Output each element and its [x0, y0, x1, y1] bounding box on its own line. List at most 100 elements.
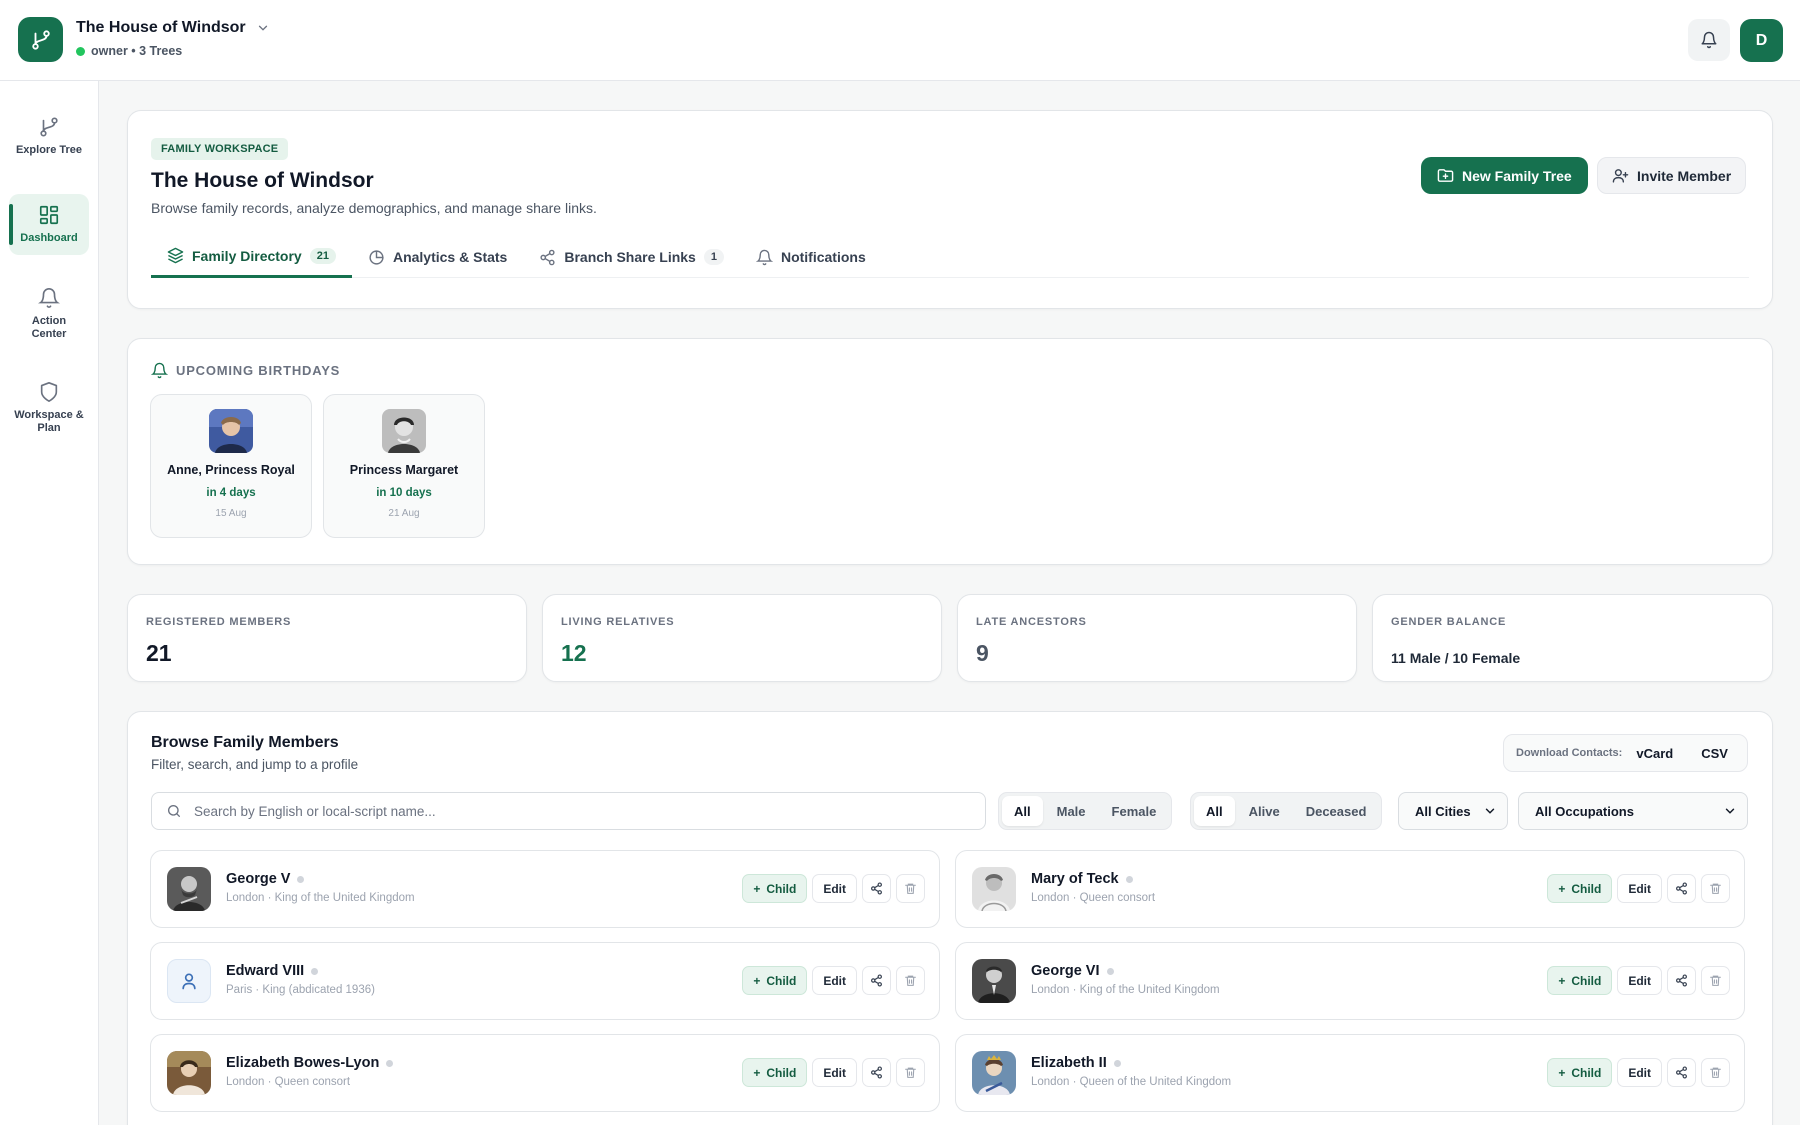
share-icon [539, 249, 556, 266]
search-input[interactable]: Search by English or local-script name..… [151, 792, 986, 830]
member-photo [972, 867, 1016, 911]
member-meta: Paris · King (abdicated 1936) [226, 984, 375, 996]
birthday-name: Princess Margaret [349, 463, 459, 477]
workspace-role-text: owner • 3 Trees [91, 44, 183, 58]
edit-button[interactable]: Edit [1617, 966, 1662, 995]
sidebar-item-explore-tree[interactable]: Explore Tree [9, 106, 89, 167]
member-meta: London · Queen consort [1031, 892, 1156, 904]
edit-button[interactable]: Edit [812, 966, 857, 995]
member-actions: + Child Edit [742, 1058, 925, 1087]
notifications-button[interactable] [1688, 19, 1730, 61]
stat-label: GENDER BALANCE [1391, 616, 1507, 628]
plus-icon: + [753, 881, 761, 896]
add-child-button[interactable]: + Child [1547, 1058, 1613, 1087]
bell-icon [38, 287, 60, 309]
trash-icon [1709, 882, 1722, 895]
share-button[interactable] [1667, 1058, 1696, 1087]
download-csv-button[interactable]: CSV [1701, 746, 1728, 761]
member-photo [167, 1051, 211, 1095]
add-child-button[interactable]: + Child [742, 966, 808, 995]
status-dot [1113, 1059, 1121, 1067]
member-meta: London · Queen consort [226, 1076, 351, 1088]
gender-filter-all[interactable]: All [1002, 796, 1043, 826]
browse-subtitle: Filter, search, and jump to a profile [151, 757, 359, 772]
stat-card-late: LATE ANCESTORS 9 [957, 594, 1357, 682]
chevron-down-icon [256, 21, 270, 35]
invite-member-button[interactable]: Invite Member [1597, 157, 1747, 194]
birthdays-heading: UPCOMING BIRTHDAYS [151, 362, 340, 379]
delete-button[interactable] [1701, 874, 1730, 903]
download-label: Download Contacts: [1516, 747, 1623, 759]
member-card[interactable]: George V London · King of the United Kin… [150, 850, 940, 928]
member-card[interactable]: Mary of Teck London · Queen consort + Chi… [955, 850, 1745, 928]
tab-notifications[interactable]: Notifications [740, 236, 882, 278]
tab-branch-share-links[interactable]: Branch Share Links 1 [523, 236, 740, 278]
delete-button[interactable] [896, 874, 925, 903]
member-meta: London · Queen of the United Kingdom [1031, 1076, 1232, 1088]
edit-button[interactable]: Edit [1617, 1058, 1662, 1087]
status-filter-alive[interactable]: Alive [1237, 796, 1292, 826]
dashboard-grid-icon [38, 204, 60, 226]
delete-button[interactable] [1701, 1058, 1730, 1087]
member-photo [209, 409, 253, 453]
sidebar-item-label: Workspace & Plan [14, 409, 84, 435]
tab-analytics-stats[interactable]: Analytics & Stats [352, 236, 523, 278]
status-filter-deceased[interactable]: Deceased [1294, 796, 1379, 826]
layers-icon [167, 247, 184, 264]
bell-icon [1700, 31, 1718, 49]
status-dot [297, 875, 305, 883]
edit-button[interactable]: Edit [812, 1058, 857, 1087]
add-child-button[interactable]: + Child [1547, 966, 1613, 995]
page-title: The House of Windsor [151, 169, 374, 192]
add-child-label: Child [766, 1065, 797, 1080]
sidebar-item-dashboard[interactable]: Dashboard [9, 194, 89, 256]
edit-button[interactable]: Edit [812, 874, 857, 903]
gender-filter-male[interactable]: Male [1045, 796, 1098, 826]
download-vcard-button[interactable]: vCard [1636, 746, 1673, 761]
member-actions: + Child Edit [1547, 1058, 1730, 1087]
city-select[interactable]: All Cities [1398, 792, 1508, 830]
member-card[interactable]: Elizabeth II London · Queen of the Unite… [955, 1034, 1745, 1112]
member-card[interactable]: Elizabeth Bowes-Lyon London · Queen cons… [150, 1034, 940, 1112]
member-name: Elizabeth II [1031, 1055, 1107, 1071]
stat-value: 9 [976, 640, 989, 666]
member-card[interactable]: Edward VIII Paris · King (abdicated 1936… [150, 942, 940, 1020]
new-family-tree-button[interactable]: New Family Tree [1421, 157, 1588, 194]
tab-label: Notifications [780, 249, 866, 265]
share-icon [1675, 882, 1688, 895]
online-status-dot [76, 46, 85, 56]
member-card[interactable]: George VI London · King of the United Ki… [955, 942, 1745, 1020]
share-button[interactable] [862, 1058, 891, 1087]
download-contacts: Download Contacts: vCard CSV [1503, 734, 1748, 772]
share-button[interactable] [1667, 966, 1696, 995]
user-avatar-button[interactable]: D [1740, 19, 1783, 62]
gender-filter-female[interactable]: Female [1100, 796, 1169, 826]
tab-label: Family Directory [192, 247, 302, 264]
add-child-button[interactable]: + Child [1547, 874, 1613, 903]
share-button[interactable] [1667, 874, 1696, 903]
add-child-button[interactable]: + Child [742, 1058, 808, 1087]
share-icon [870, 882, 883, 895]
birthday-countdown: in 4 days [206, 487, 256, 499]
birthday-card[interactable]: Anne, Princess Royal in 4 days 15 Aug [150, 394, 312, 538]
app-logo-branch-icon[interactable] [18, 17, 63, 62]
add-child-button[interactable]: + Child [742, 874, 808, 903]
tab-family-directory[interactable]: Family Directory 21 [151, 236, 352, 278]
share-icon [870, 974, 883, 987]
member-name: George V [226, 871, 291, 887]
share-button[interactable] [862, 874, 891, 903]
delete-button[interactable] [1701, 966, 1730, 995]
sidebar: Explore Tree Dashboard Action Center Wor… [0, 81, 99, 1125]
status-filter-all[interactable]: All [1194, 796, 1235, 826]
sidebar-item-action-center[interactable]: Action Center [9, 277, 89, 351]
birthday-card[interactable]: Princess Margaret in 10 days 21 Aug [323, 394, 485, 538]
occupation-select[interactable]: All Occupations [1518, 792, 1748, 830]
share-button[interactable] [862, 966, 891, 995]
edit-button[interactable]: Edit [1617, 874, 1662, 903]
plus-icon: + [1558, 881, 1566, 896]
sidebar-item-workspace-plan[interactable]: Workspace & Plan [9, 371, 89, 445]
member-name: Edward VIII [226, 963, 305, 979]
delete-button[interactable] [896, 1058, 925, 1087]
delete-button[interactable] [896, 966, 925, 995]
workspace-switcher[interactable]: The House of Windsor [76, 19, 270, 37]
